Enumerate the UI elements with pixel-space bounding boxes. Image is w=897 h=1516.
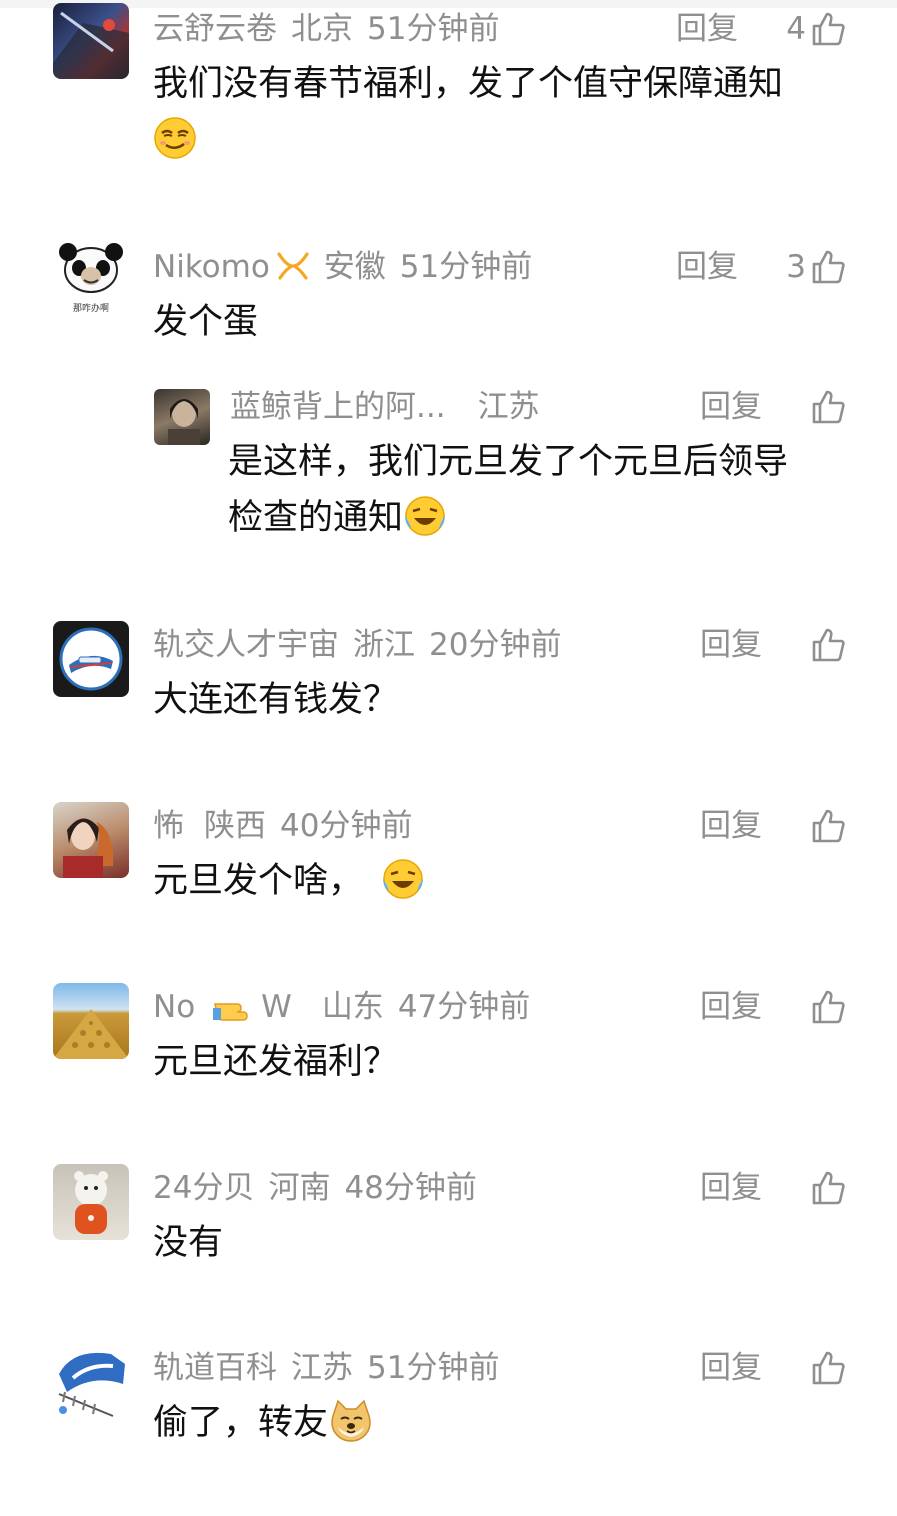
username[interactable]: 24分贝 [153, 1170, 254, 1206]
username[interactable]: 云舒云卷 [153, 11, 277, 47]
timestamp: 47分钟前 [397, 989, 531, 1025]
thumbs-up-outline-icon[interactable] [810, 1350, 846, 1386]
location: 江苏 [477, 389, 540, 425]
reply-button[interactable]: 回复 [700, 1166, 762, 1210]
comment-text: 偷了，转友 [153, 1395, 374, 1451]
like-count: 4 [786, 11, 806, 47]
smirk-face-emoji [154, 117, 196, 159]
comment-text: 元旦发个啥， [153, 853, 425, 909]
username[interactable]: 蓝鲸背上的阿... [230, 389, 446, 425]
username[interactable]: 轨道百科 [153, 1350, 277, 1386]
crying-laughing-emoji [405, 496, 446, 536]
reply-button[interactable]: 回复 [700, 804, 762, 848]
reply-meta: 蓝鲸背上的阿... 江苏 [230, 385, 554, 429]
location: 浙江 [353, 627, 415, 663]
reply-button[interactable]: 回复 [700, 623, 762, 667]
avatar-caption: 那咋办啊 [73, 302, 109, 314]
location: 山东 [321, 989, 384, 1025]
timestamp: 51分钟前 [367, 1350, 500, 1386]
member-badge-icon [277, 251, 309, 280]
comment-text: 没有 [153, 1223, 224, 1263]
reply-text-line: 检查的通知 [228, 490, 447, 546]
like-count: 3 [786, 249, 806, 285]
comment-meta: 云舒云卷 北京 51分钟前 [153, 7, 513, 51]
thumbs-up-outline-icon[interactable] [810, 1170, 846, 1206]
comment-meta: 怖陕西 40分钟前 [153, 804, 426, 848]
avatar[interactable] [154, 389, 210, 445]
crying-laughing-emoji [383, 859, 424, 899]
comment-meta: 轨交人才宇宙 浙江 20分钟前 [153, 623, 575, 667]
reply-button[interactable]: 回复 [700, 985, 762, 1029]
thumbs-up-outline-icon[interactable] [810, 249, 846, 285]
comment-emoji-line [153, 112, 197, 168]
location: 安徽 [323, 249, 386, 285]
doge-emoji [331, 1399, 371, 1442]
username[interactable]: Nikomo [153, 249, 270, 285]
thumbs-up-outline-icon[interactable] [810, 989, 846, 1025]
avatar[interactable] [53, 983, 129, 1059]
username[interactable]: 怖 [153, 808, 184, 844]
thumbs-up-outline-icon[interactable] [810, 627, 846, 663]
avatar[interactable] [53, 1164, 129, 1240]
timestamp: 48分钟前 [344, 1170, 477, 1206]
username[interactable]: No W [153, 989, 306, 1025]
comment-meta: 轨道百科 江苏 51分钟前 [153, 1346, 513, 1390]
reply-button[interactable]: 回复 [700, 1346, 762, 1390]
timestamp: 20分钟前 [429, 627, 562, 663]
avatar[interactable] [53, 802, 129, 878]
comment-text: 发个蛋 [153, 302, 259, 342]
username[interactable]: 轨交人才宇宙 [153, 627, 339, 663]
timestamp: 51分钟前 [367, 11, 500, 47]
comment-meta: Nikomo 安徽 51分钟前 [153, 245, 546, 289]
comment-text: 元旦还发福利？ [153, 1042, 399, 1082]
avatar[interactable] [53, 621, 129, 697]
avatar[interactable]: 那咋办啊 [53, 240, 129, 316]
pointing-hand-emoji [213, 1002, 248, 1021]
timestamp: 51分钟前 [399, 249, 533, 285]
comment-text: 我们没有春节福利，发了个值守保障通知 [153, 64, 784, 104]
thumbs-up-outline-icon[interactable] [810, 808, 846, 844]
reply-button[interactable]: 回复 [676, 7, 738, 51]
timestamp: 40分钟前 [280, 808, 413, 844]
location: 江苏 [291, 1350, 353, 1386]
reply-button[interactable]: 回复 [676, 245, 738, 289]
avatar[interactable] [53, 3, 129, 79]
reply-button[interactable]: 回复 [700, 385, 762, 429]
location: 北京 [291, 11, 353, 47]
comment-meta: 24分贝 河南 48分钟前 [153, 1166, 491, 1210]
comment-text: 大连还有钱发？ [153, 680, 399, 720]
comment-meta: No W 山东 47分钟前 [153, 985, 544, 1029]
thumbs-up-outline-icon[interactable] [810, 389, 846, 425]
reply-text-line: 是这样，我们元旦发了个元旦后领导 [228, 442, 789, 482]
avatar[interactable] [53, 1344, 129, 1420]
location: 河南 [268, 1170, 331, 1206]
location: 陕西 [204, 808, 266, 844]
thumbs-up-outline-icon[interactable] [810, 11, 846, 47]
